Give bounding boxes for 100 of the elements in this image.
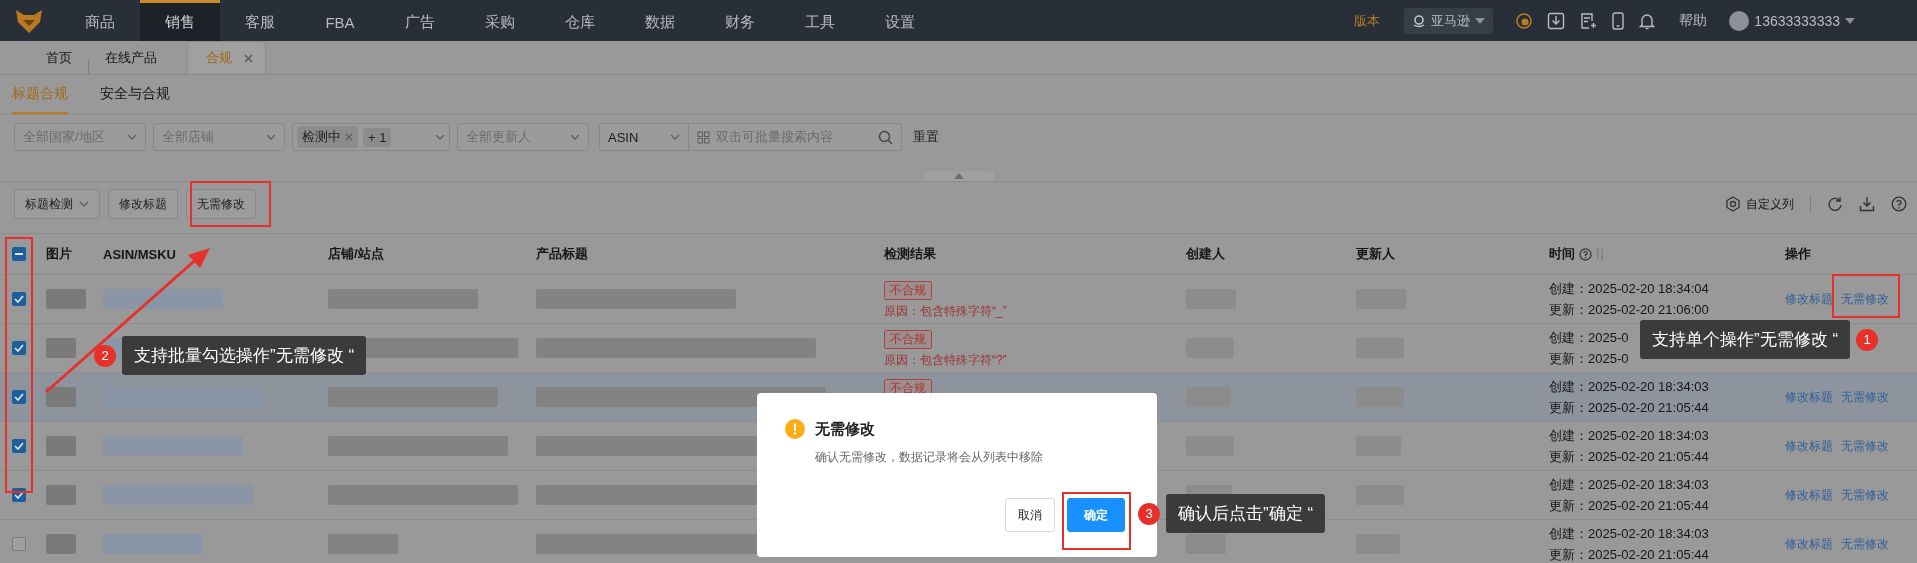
caret-icon <box>435 134 445 140</box>
fox-logo-icon[interactable] <box>14 7 44 34</box>
caret-icon <box>79 201 89 207</box>
settings-icon <box>1725 196 1741 212</box>
updated-time: 更新：2025-0 <box>1549 349 1629 368</box>
tag: + 1 <box>363 127 392 147</box>
reset-link[interactable]: 重置 <box>913 128 939 146</box>
collapse-handle[interactable] <box>923 171 994 181</box>
check-icon <box>14 344 24 352</box>
column-header: 店铺/站点 <box>328 245 384 263</box>
grid-icon <box>697 130 710 144</box>
column-header: 更新人 <box>1356 245 1395 263</box>
help-icon[interactable] <box>1891 196 1907 212</box>
status-tag: 不合规 <box>884 330 932 349</box>
toolbar-button[interactable]: 标题检测 <box>14 189 100 219</box>
dialog-message: 确认无需修改，数据记录将会从列表中移除 <box>815 449 1044 466</box>
created-time: 创建：2025-02-20 18:34:03 <box>1549 377 1709 396</box>
created-time: 创建：2025-02-20 18:34:03 <box>1549 524 1709 543</box>
check-icon <box>14 491 24 499</box>
column-settings-button[interactable]: 自定义列 <box>1725 195 1794 213</box>
check-icon <box>14 442 24 450</box>
toolbar-button[interactable]: 无需修改 <box>186 189 256 219</box>
column-header: 检测结果 <box>884 245 936 263</box>
checkbox[interactable] <box>12 247 26 261</box>
reason-text: 原因：包含特殊字符“_” <box>884 303 1007 320</box>
column-header: 时间 <box>1549 245 1575 263</box>
caret-icon <box>570 134 580 140</box>
highlight-frame <box>1832 274 1900 318</box>
nav-item[interactable]: 客服 <box>220 0 300 41</box>
page-tab[interactable]: 首页 <box>30 42 88 74</box>
bell-icon[interactable] <box>1639 11 1656 30</box>
platform-select[interactable]: 亚马逊 <box>1404 7 1494 34</box>
status-tag: 不合规 <box>884 281 932 300</box>
updated-time: 更新：2025-02-20 21:05:44 <box>1549 545 1709 563</box>
select-field[interactable]: 检测中 + 1 <box>292 123 450 151</box>
checkbox[interactable] <box>12 292 26 306</box>
minus-icon <box>15 253 23 255</box>
caret-icon <box>266 134 276 140</box>
created-time: 创建：2025-02-20 18:34:04 <box>1549 279 1709 298</box>
blurred-block <box>46 387 76 407</box>
check-icon <box>14 393 24 401</box>
nav-item[interactable]: 数据 <box>620 0 700 41</box>
nav-item[interactable]: 销售 <box>140 0 220 41</box>
caret-icon <box>127 134 137 140</box>
cancel-button[interactable]: 取消 <box>1005 498 1055 532</box>
page-tab[interactable]: 在线产品 <box>89 42 173 74</box>
nav-item[interactable]: 工具 <box>780 0 860 41</box>
caret-icon <box>670 134 680 140</box>
field-select[interactable]: ASIN <box>599 123 689 151</box>
blurred-block <box>1186 534 1226 554</box>
nav-item[interactable]: FBA <box>300 0 380 41</box>
nav-item[interactable]: 广告 <box>380 0 460 41</box>
caret-up-icon <box>953 173 964 179</box>
caret-icon <box>1475 17 1486 24</box>
dialog-title: 无需修改 <box>815 419 875 439</box>
created-time: 创建：2025-02-20 18:34:03 <box>1549 475 1709 494</box>
document-plus-icon[interactable] <box>1579 11 1598 30</box>
highlight-frame <box>1062 492 1131 550</box>
tag: 检测中 <box>297 126 358 148</box>
download-icon[interactable] <box>1547 11 1566 30</box>
phone-icon[interactable] <box>1611 11 1626 30</box>
column-header: 图片 <box>46 245 72 263</box>
created-time: 创建：2025-0 <box>1549 328 1629 347</box>
nav-item[interactable]: 设置 <box>860 0 940 41</box>
toolbar-button[interactable]: 修改标题 <box>108 189 178 219</box>
help-link[interactable]: 帮助 <box>1679 11 1708 30</box>
download-icon[interactable] <box>1859 196 1875 212</box>
step-badge: 1 <box>1856 328 1879 351</box>
search-icon[interactable] <box>878 129 893 145</box>
nav-item[interactable]: 商品 <box>60 0 140 41</box>
column-header: 操作 <box>1785 245 1811 263</box>
updated-time: 更新：2025-02-20 21:06:00 <box>1549 300 1709 319</box>
version-link[interactable]: 版本 <box>1354 11 1381 30</box>
close-icon[interactable] <box>244 53 253 63</box>
updated-time: 更新：2025-02-20 21:05:44 <box>1549 447 1709 466</box>
checkbox[interactable] <box>12 537 26 551</box>
blurred-block <box>46 485 76 505</box>
caret-icon <box>1845 17 1855 24</box>
callout: 支持单个操作”无需修改 “ <box>1640 320 1851 359</box>
nav-item[interactable]: 财务 <box>700 0 780 41</box>
blurred-block <box>46 338 76 358</box>
created-time: 创建：2025-02-20 18:34:03 <box>1549 426 1709 445</box>
blurred-block <box>46 534 76 554</box>
sub-tab[interactable]: 安全与合规 <box>100 75 170 114</box>
user-menu[interactable]: 13633333333 <box>1729 10 1855 31</box>
headset-icon[interactable] <box>1515 11 1534 30</box>
warning-icon <box>785 419 805 439</box>
checkbox[interactable] <box>12 439 26 453</box>
confirm-button[interactable]: 确定 <box>1067 498 1125 532</box>
checkbox[interactable] <box>12 341 26 355</box>
nav-item[interactable]: 采购 <box>460 0 540 41</box>
blurred-block <box>46 436 76 456</box>
checkbox[interactable] <box>12 390 26 404</box>
column-header: 产品标题 <box>536 245 588 263</box>
reason-text: 原因：包含特殊字符“?” <box>884 352 1007 369</box>
avatar <box>1729 10 1750 31</box>
updated-time: 更新：2025-02-20 21:05:44 <box>1549 398 1709 417</box>
nav-item[interactable]: 仓库 <box>540 0 620 41</box>
refresh-icon[interactable] <box>1827 196 1843 212</box>
check-icon <box>14 295 24 303</box>
